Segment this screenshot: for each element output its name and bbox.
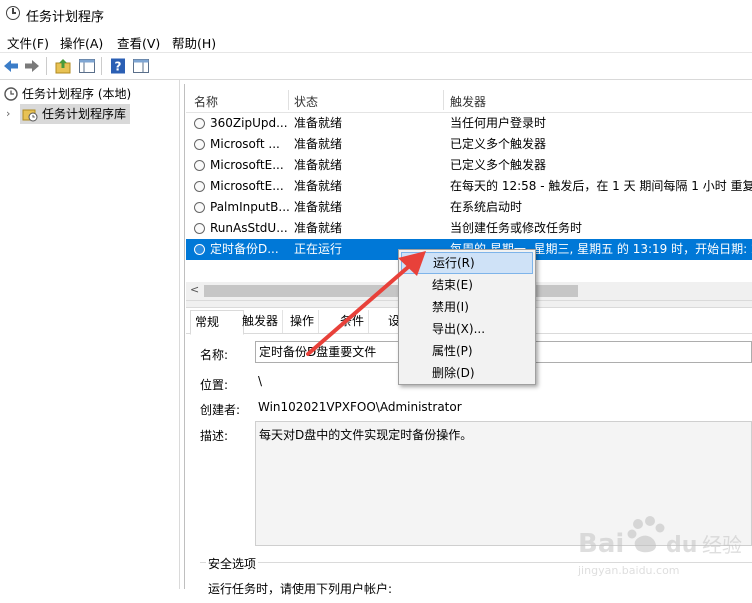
baidu-watermark-logo: Bai du 经验 jingyan.baidu.com xyxy=(577,516,742,577)
svg-text:经验: 经验 xyxy=(702,533,742,557)
annotation-arrow-icon xyxy=(306,251,426,356)
svg-text:du: du xyxy=(666,533,697,558)
svg-text:Bai: Bai xyxy=(578,529,624,559)
svg-text:jingyan.baidu.com: jingyan.baidu.com xyxy=(577,564,680,577)
